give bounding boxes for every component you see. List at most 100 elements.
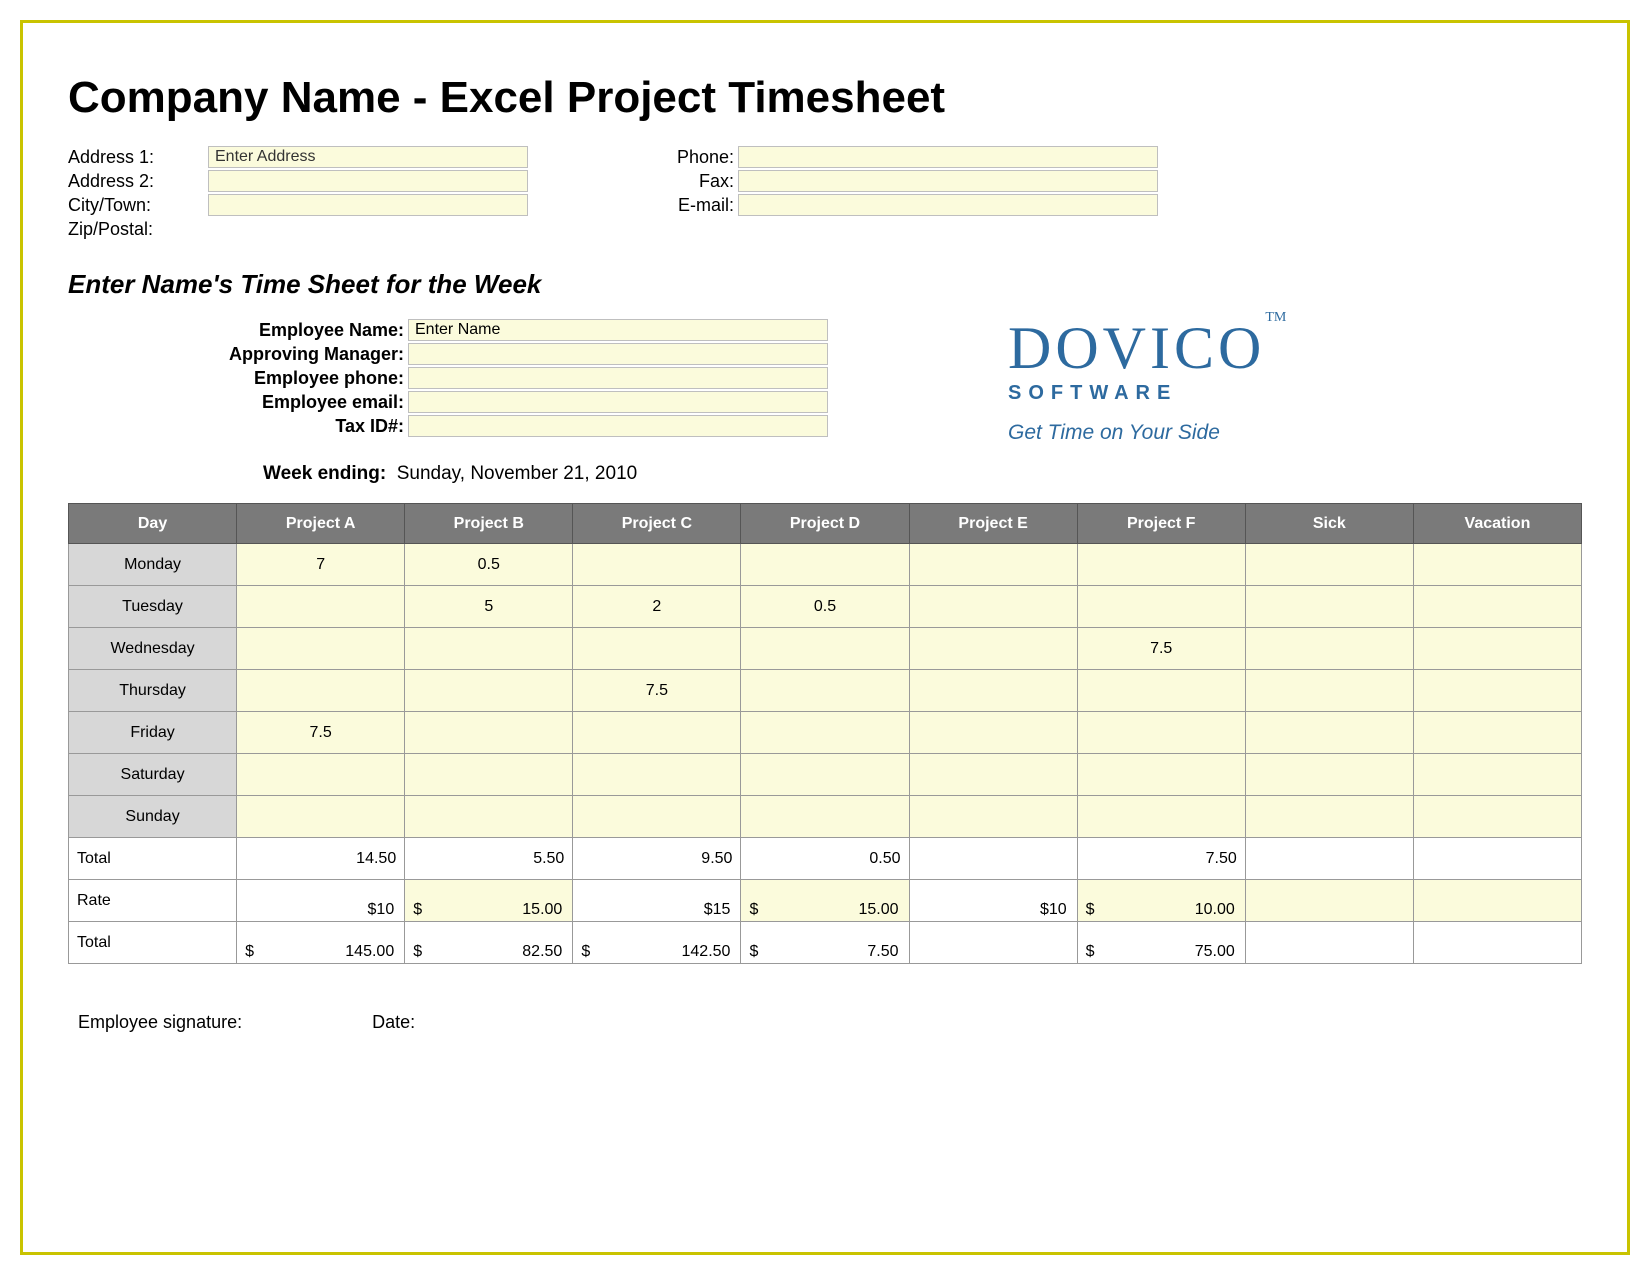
hours-cell[interactable] [909, 754, 1077, 796]
phone-input[interactable] [738, 146, 1158, 168]
hours-cell[interactable] [1245, 628, 1413, 670]
hours-cell[interactable] [1413, 670, 1581, 712]
hours-cell[interactable] [237, 586, 405, 628]
city-input[interactable] [208, 194, 528, 216]
hours-cell[interactable] [909, 670, 1077, 712]
hours-cell[interactable] [1245, 670, 1413, 712]
manager-input[interactable] [408, 343, 828, 365]
day-cell: Tuesday [69, 586, 237, 628]
hours-cell[interactable] [741, 796, 909, 838]
logo-software: SOFTWARE [1008, 382, 1368, 405]
address1-input[interactable] [208, 146, 528, 168]
hours-cell[interactable] [741, 712, 909, 754]
hours-cell[interactable] [909, 712, 1077, 754]
hours-cell[interactable] [909, 586, 1077, 628]
day-cell: Sunday [69, 796, 237, 838]
hours-cell[interactable] [237, 670, 405, 712]
manager-label: Approving Manager: [188, 344, 408, 365]
hours-cell[interactable] [741, 544, 909, 586]
rate-row: Rate$10$15.00$15$15.00$10$10.00 [69, 880, 1582, 922]
hours-cell[interactable] [405, 670, 573, 712]
hours-cell[interactable]: 7.5 [237, 712, 405, 754]
week-ending-label: Week ending: [263, 463, 386, 484]
hours-cell[interactable] [1077, 712, 1245, 754]
hours-cell[interactable] [237, 628, 405, 670]
email-input[interactable] [738, 194, 1158, 216]
sheet-subtitle: Enter Name's Time Sheet for the Week [68, 269, 1582, 300]
hours-cell[interactable] [1413, 544, 1581, 586]
hours-cell[interactable]: 5 [405, 586, 573, 628]
total-label: Total [69, 838, 237, 880]
hours-cell[interactable] [1077, 796, 1245, 838]
line-total-cell: $82.50 [405, 922, 573, 964]
emp-phone-label: Employee phone: [188, 368, 408, 389]
column-header: Project A [237, 504, 405, 544]
logo-tagline: Get Time on Your Side [1008, 421, 1368, 445]
hours-cell[interactable] [909, 544, 1077, 586]
address2-input[interactable] [208, 170, 528, 192]
company-info-block: Address 1: Address 2: City/Town: Zip/Pos… [68, 145, 1582, 241]
hours-cell[interactable]: 7.5 [573, 670, 741, 712]
hours-cell[interactable] [1245, 544, 1413, 586]
day-cell: Monday [69, 544, 237, 586]
hours-cell[interactable] [1413, 586, 1581, 628]
document-frame: Company Name - Excel Project Timesheet A… [20, 20, 1630, 1255]
hours-cell[interactable] [1245, 754, 1413, 796]
rate-cell[interactable]: $15.00 [741, 880, 909, 922]
fax-input[interactable] [738, 170, 1158, 192]
rate-cell[interactable]: $15.00 [405, 880, 573, 922]
hours-cell[interactable] [1077, 586, 1245, 628]
hours-cell[interactable] [405, 712, 573, 754]
hours-cell[interactable] [573, 628, 741, 670]
hours-cell[interactable]: 2 [573, 586, 741, 628]
total-cell [1245, 838, 1413, 880]
hours-cell[interactable] [1245, 796, 1413, 838]
hours-cell[interactable] [741, 628, 909, 670]
hours-cell[interactable] [573, 712, 741, 754]
rate-cell[interactable] [1413, 880, 1581, 922]
line-total-cell [1245, 922, 1413, 964]
hours-cell[interactable] [573, 754, 741, 796]
hours-cell[interactable] [237, 754, 405, 796]
hours-cell[interactable] [1413, 628, 1581, 670]
hours-cell[interactable] [1413, 796, 1581, 838]
rate-cell[interactable]: $10.00 [1077, 880, 1245, 922]
table-row: Thursday 7.5 [69, 670, 1582, 712]
hours-cell[interactable] [1413, 712, 1581, 754]
day-cell: Thursday [69, 670, 237, 712]
rate-cell[interactable] [1245, 880, 1413, 922]
date-label: Date: [372, 1012, 415, 1033]
table-row: Friday7.5 [69, 712, 1582, 754]
hours-cell[interactable] [1245, 586, 1413, 628]
taxid-input[interactable] [408, 415, 828, 437]
day-cell: Wednesday [69, 628, 237, 670]
hours-cell[interactable] [573, 796, 741, 838]
emp-phone-input[interactable] [408, 367, 828, 389]
hours-cell[interactable] [1245, 712, 1413, 754]
hours-cell[interactable] [1413, 754, 1581, 796]
hours-cell[interactable]: 7 [237, 544, 405, 586]
week-ending-value: Sunday, November 21, 2010 [397, 463, 637, 484]
hours-cell[interactable]: 7.5 [1077, 628, 1245, 670]
total-cell: 0.50 [741, 838, 909, 880]
timesheet-table: DayProject AProject BProject CProject DP… [68, 503, 1582, 964]
emp-email-input[interactable] [408, 391, 828, 413]
hours-cell[interactable]: 0.5 [405, 544, 573, 586]
hours-cell[interactable] [1077, 670, 1245, 712]
hours-cell[interactable] [237, 796, 405, 838]
line-total-cell: $145.00 [237, 922, 405, 964]
hours-cell[interactable] [1077, 544, 1245, 586]
column-header: Sick [1245, 504, 1413, 544]
hours-cell[interactable] [909, 796, 1077, 838]
hours-cell[interactable] [741, 754, 909, 796]
hours-cell[interactable] [405, 628, 573, 670]
hours-cell[interactable] [405, 754, 573, 796]
hours-cell[interactable] [909, 628, 1077, 670]
hours-cell[interactable]: 0.5 [741, 586, 909, 628]
hours-cell[interactable] [405, 796, 573, 838]
hours-cell[interactable] [573, 544, 741, 586]
hours-cell[interactable] [741, 670, 909, 712]
signature-row: Employee signature: Date: [68, 1012, 1582, 1033]
hours-cell[interactable] [1077, 754, 1245, 796]
emp-name-input[interactable] [408, 319, 828, 341]
